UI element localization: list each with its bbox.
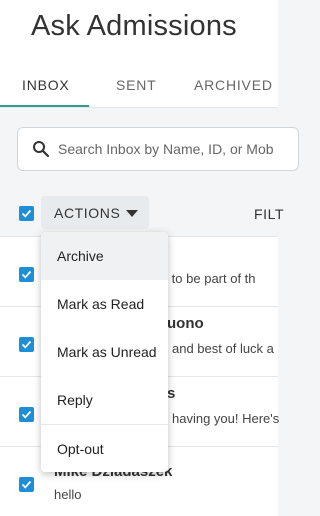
message-preview: hello xyxy=(54,487,82,502)
actions-button[interactable]: ACTIONS xyxy=(41,196,149,229)
row-checkbox[interactable] xyxy=(19,337,34,352)
menu-item-label: Reply xyxy=(57,392,93,408)
sender-name: uono xyxy=(167,315,204,332)
select-all-checkbox[interactable] xyxy=(19,206,34,221)
sender-name: s xyxy=(167,385,176,402)
checkmark-icon xyxy=(21,410,32,419)
checkmark-icon xyxy=(21,340,32,349)
tab-archived[interactable]: ARCHIVED xyxy=(194,77,273,93)
menu-item-opt-out[interactable]: Opt-out xyxy=(41,425,168,472)
menu-item-reply[interactable]: Reply xyxy=(41,376,168,424)
menu-item-label: Opt-out xyxy=(57,441,104,457)
menu-item-label: Mark as Read xyxy=(57,296,145,312)
row-checkbox[interactable] xyxy=(19,267,34,282)
tab-inbox[interactable]: INBOX xyxy=(22,77,70,93)
menu-item-label: Archive xyxy=(57,248,104,264)
search-icon xyxy=(33,141,50,158)
filter-button[interactable]: FILT xyxy=(254,206,284,222)
checkmark-icon xyxy=(21,209,32,218)
actions-dropdown-menu: Archive Mark as Read Mark as Unread Repl… xyxy=(41,232,168,472)
row-checkbox[interactable] xyxy=(19,407,34,422)
message-preview: and best of luck a xyxy=(172,341,274,356)
checkmark-icon xyxy=(21,270,32,279)
row-checkbox[interactable] xyxy=(19,477,34,492)
toolbar: ACTIONS FILT xyxy=(0,192,284,236)
caret-down-icon xyxy=(126,210,138,217)
tab-sent[interactable]: SENT xyxy=(116,77,157,93)
checkmark-icon xyxy=(21,480,32,489)
menu-item-mark-as-read[interactable]: Mark as Read xyxy=(41,280,168,328)
search-input[interactable]: Search Inbox by Name, ID, or Mob xyxy=(58,128,298,170)
divider xyxy=(0,107,278,108)
page-title: Ask Admissions xyxy=(31,10,237,42)
search-box[interactable]: Search Inbox by Name, ID, or Mob xyxy=(17,127,299,171)
tab-bar: INBOX SENT ARCHIVED xyxy=(0,74,278,107)
message-preview: having you! Here's xyxy=(172,411,280,426)
menu-item-archive[interactable]: Archive xyxy=(41,232,168,280)
menu-item-mark-as-unread[interactable]: Mark as Unread xyxy=(41,328,168,376)
header: Ask Admissions INBOX SENT ARCHIVED xyxy=(0,0,278,107)
actions-label: ACTIONS xyxy=(54,205,121,221)
menu-item-label: Mark as Unread xyxy=(57,344,157,360)
